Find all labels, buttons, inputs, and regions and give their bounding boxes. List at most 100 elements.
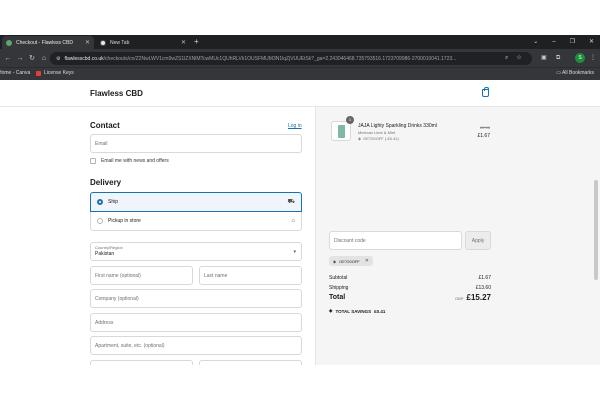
total-savings: ◈ TOTAL SAVINGS £0.41 (329, 308, 385, 314)
product-price: £1.67 (477, 133, 490, 139)
page-scrollbar[interactable] (594, 180, 598, 280)
url-path: /checkouts/cn/Z2NwLWV1cm9wZS1lZXNlMTcwMU… (103, 55, 457, 62)
omnibox-actions: ⌕ ☆ (505, 52, 522, 65)
first-name-placeholder: First name (optional) (95, 272, 141, 279)
all-bookmarks-label: All Bookmarks (562, 70, 594, 76)
bookmarks-bar (0, 67, 600, 80)
menu-kebab-icon[interactable]: ⋮ (590, 52, 596, 65)
url-host: flawlesscbd.co.uk (64, 55, 104, 62)
login-link[interactable]: Log in (288, 123, 302, 129)
subtotal-value: £1.67 (478, 275, 491, 281)
bookmark-canva[interactable]: Home - Canva (0, 69, 30, 78)
checkout-page: Flawless CBD Contact Log in Email Email … (0, 80, 600, 365)
pickup-radio[interactable] (97, 218, 103, 224)
ship-radio[interactable] (97, 199, 103, 205)
newsletter-row[interactable]: Email me with news and offers (90, 158, 169, 164)
savings-label: TOTAL SAVINGS (335, 308, 372, 314)
checkout-header: Flawless CBD (0, 80, 600, 107)
tab-label: Checkout - Flawless CBD (16, 39, 73, 46)
tab-search-icon[interactable]: ⌄ (533, 36, 538, 48)
city-field[interactable] (90, 360, 193, 365)
address-placeholder: Address (95, 319, 114, 326)
country-select[interactable]: Country/Region Pakistan ▾ (90, 242, 302, 261)
savings-tag-icon: ◈ (329, 308, 333, 313)
extension-icon[interactable]: ▣ (541, 52, 547, 65)
product-thumbnail (331, 121, 351, 141)
bookmark-license-keys[interactable]: License Keys (36, 69, 74, 78)
applied-code: GET20OFF (339, 258, 360, 264)
shipping-label: Shipping (329, 285, 349, 291)
email-field[interactable]: Email (90, 134, 302, 153)
bookmark-license-label: License Keys (44, 70, 74, 76)
close-tab-icon[interactable]: ✕ (181, 39, 186, 46)
product-name: JAJA Lighty Sparkling Drinks 330ml (358, 123, 437, 129)
applied-discount-chip: ◈ GET20OFF ✕ (329, 256, 373, 266)
company-field[interactable]: Company (optional) (90, 289, 302, 308)
tab-new-tab[interactable]: New Tab ✕ (96, 36, 190, 49)
original-price: £2.08 (479, 125, 490, 130)
screenshot-frame: Checkout - Flawless CBD ✕ New Tab ✕ + ⌄ … (0, 0, 600, 400)
forward-icon[interactable]: → (14, 55, 26, 62)
last-name-field[interactable]: Last name (199, 266, 302, 285)
pickup-option[interactable]: Pickup in store ⌂ (90, 212, 302, 231)
discount-code-input[interactable]: Discount code (329, 231, 462, 250)
tab-label: New Tab (110, 39, 130, 46)
country-label: Country/Region (95, 245, 123, 250)
discount-tag-icon: ◈ (358, 136, 362, 141)
chrome-favicon-icon (100, 39, 106, 46)
product-can-image (338, 125, 345, 138)
close-tab-icon[interactable]: ✕ (85, 39, 90, 46)
delivery-heading: Delivery (90, 178, 122, 187)
country-value: Pakistan (95, 251, 115, 257)
total-value: £15.27 (466, 293, 491, 302)
store-icon: ⌂ (291, 218, 295, 224)
home-icon[interactable]: ⌂ (38, 55, 50, 62)
apartment-placeholder: Apartment, suite, etc. (optional) (95, 342, 165, 349)
pickup-label: Pickup in store (108, 218, 141, 224)
contact-heading: Contact (90, 121, 120, 130)
extensions-puzzle-icon[interactable]: ⧉ (556, 52, 560, 65)
ship-label: Ship (108, 199, 119, 205)
bookmark-canva-label: Home - Canva (0, 70, 31, 76)
profile-avatar[interactable]: S (575, 53, 585, 63)
shipping-value: £13.60 (475, 285, 491, 291)
quantity-badge: 1 (346, 116, 354, 124)
truck-icon: ⛟ (287, 199, 295, 205)
product-discount-text: GET20OFF (-£0.41) (363, 136, 399, 141)
close-window-icon[interactable]: ✕ (589, 36, 594, 48)
all-bookmarks-button[interactable]: ▭ All Bookmarks (556, 69, 594, 78)
tab-checkout[interactable]: Checkout - Flawless CBD ✕ (2, 36, 94, 49)
subtotal-row: Subtotal £1.67 (329, 275, 491, 281)
zoom-icon[interactable]: ⌕ (505, 52, 508, 65)
shipping-row: Shipping £13.60 (329, 285, 491, 291)
back-icon[interactable]: ← (2, 55, 14, 62)
address-field[interactable]: Address (90, 313, 302, 332)
savings-value: £0.41 (374, 308, 386, 314)
newsletter-checkbox[interactable] (90, 158, 96, 164)
chevron-down-icon: ▾ (293, 249, 296, 255)
product-variant: Mexican Lime & Mint (358, 130, 396, 135)
minimize-icon[interactable]: – (552, 36, 555, 48)
postcode-field[interactable] (199, 360, 302, 365)
ship-option[interactable]: Ship ⛟ (90, 192, 302, 212)
site-info-icon[interactable]: ⚙ (56, 56, 60, 62)
bookmark-star-icon[interactable]: ☆ (516, 52, 521, 65)
shopping-bag-icon[interactable] (482, 87, 489, 97)
apartment-field[interactable]: Apartment, suite, etc. (optional) (90, 336, 302, 355)
apply-button[interactable]: Apply (465, 231, 491, 250)
discount-tag-icon: ◈ (333, 258, 337, 264)
reload-icon[interactable]: ↻ (26, 54, 38, 62)
first-name-field[interactable]: First name (optional) (90, 266, 193, 285)
total-label: Total (329, 294, 346, 301)
remove-discount-icon[interactable]: ✕ (365, 258, 369, 264)
product-discount: ◈ GET20OFF (-£0.41) (358, 136, 399, 141)
new-tab-button[interactable]: + (194, 36, 199, 48)
email-placeholder: Email (95, 140, 108, 147)
license-keys-icon (36, 71, 41, 76)
store-name[interactable]: Flawless CBD (90, 89, 143, 98)
last-name-placeholder: Last name (204, 272, 228, 279)
company-placeholder: Company (optional) (95, 295, 139, 302)
restore-icon[interactable]: ❐ (570, 36, 575, 48)
flawless-favicon-icon (6, 39, 12, 46)
address-bar[interactable]: ⚙ flawlesscbd.co.uk/checkouts/cn/Z2NwLWV… (50, 52, 532, 65)
